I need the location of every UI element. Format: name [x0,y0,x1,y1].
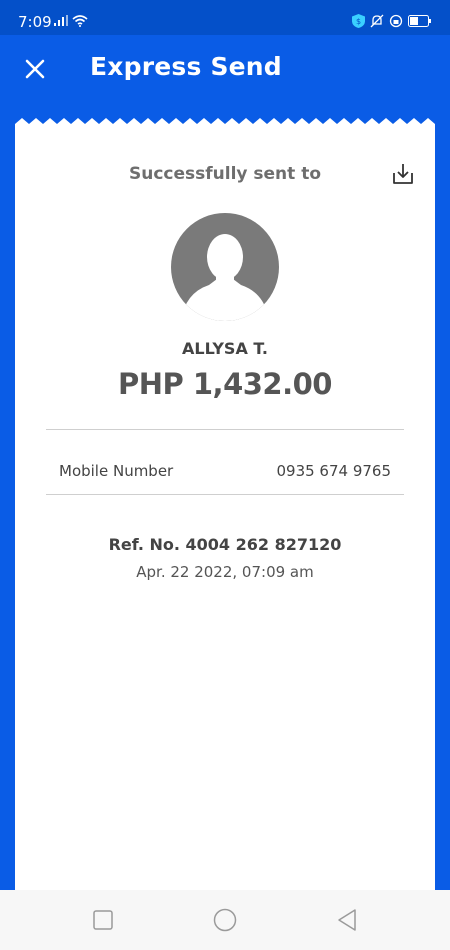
divider [46,429,404,430]
recents-square-icon [93,910,113,930]
recipient-name: ALLYSA T. [182,339,268,358]
reference-number: Ref. No. 4004 262 827120 [108,535,342,554]
signal-icon [54,15,68,26]
page-title: Express Send [90,52,282,81]
mute-bell-icon [370,14,384,28]
back-triangle-icon [338,909,356,931]
status-time: 7:09 [18,13,52,31]
amount-sent: PHP 1,432.00 [118,367,332,401]
svg-text:$: $ [356,17,361,26]
receipt-card: Successfully sent to ALLYSA T. PHP 1,432… [15,118,435,890]
mobile-number-label: Mobile Number [59,462,174,480]
home-circle-icon [213,908,237,932]
download-icon [393,164,413,184]
avatar [171,213,279,321]
transaction-date: Apr. 22 2022, 07:09 am [136,563,314,581]
vpn-shield-icon: $ [352,14,365,28]
success-label: Successfully sent to [128,164,322,184]
divider [46,494,404,495]
system-nav-bar [0,890,450,950]
close-icon [25,59,45,79]
person-silhouette-icon [181,234,269,321]
data-saver-icon [389,14,403,28]
receipt-body: Successfully sent to ALLYSA T. PHP 1,432… [15,133,435,890]
app-header: Express Send [0,35,450,115]
back-button[interactable] [335,908,359,932]
receipt-zigzag-edge [15,118,435,134]
close-button[interactable] [22,56,48,82]
recents-button[interactable] [91,908,115,932]
wifi-icon [72,15,88,27]
status-bar: 7:09 $ [0,0,450,35]
battery-icon [408,15,431,27]
download-button[interactable] [390,161,416,187]
home-button[interactable] [213,908,237,932]
mobile-number-value: 0935 674 9765 [276,462,391,480]
